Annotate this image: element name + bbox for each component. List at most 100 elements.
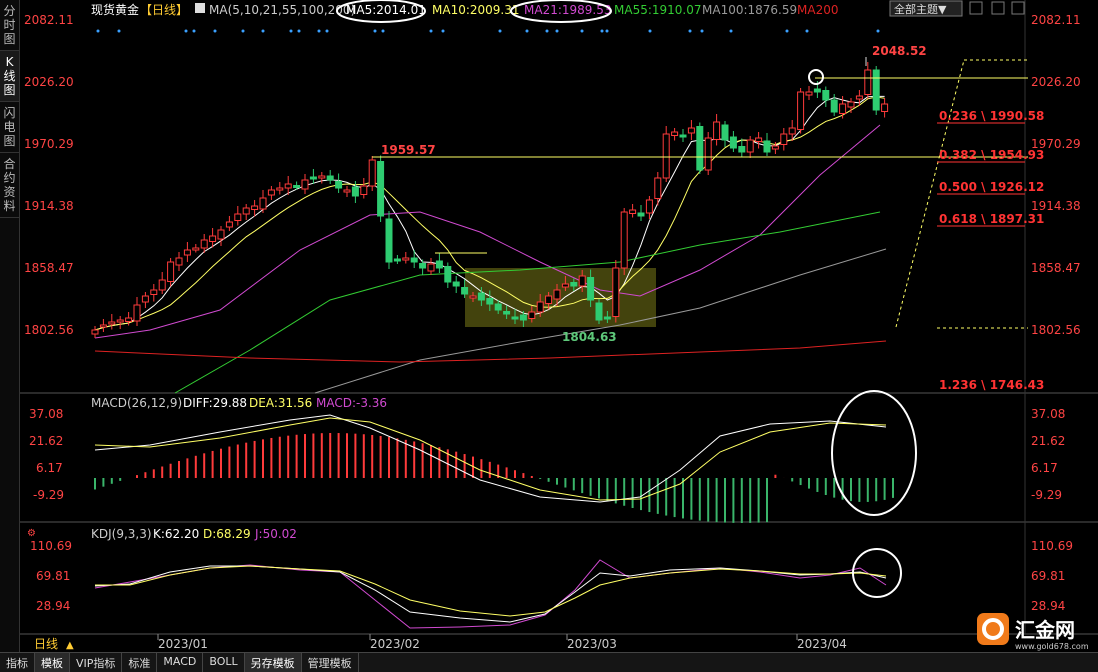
- window-maximize-button[interactable]: [991, 1, 1005, 15]
- period-tag: 【日线】: [140, 3, 188, 17]
- event-marker: [184, 29, 188, 33]
- kdj-j: J:50.02: [254, 527, 297, 541]
- bottom-toolbar: 指标 模板 VIP指标 标准 MACD BOLL 另存模板 管理模板: [0, 652, 1098, 672]
- sidebar-tab-lightning[interactable]: 闪电图: [0, 102, 19, 153]
- swing-label: 1959.57: [381, 143, 436, 157]
- event-marker: [498, 29, 502, 33]
- candle-body: [687, 127, 695, 134]
- candle-body: [116, 319, 124, 323]
- price-axis-left: 1970.29: [24, 137, 74, 151]
- fib-label: 0.382 \ 1954.93: [939, 148, 1044, 162]
- candle-body: [234, 213, 242, 221]
- candle-body: [469, 295, 477, 299]
- gold678-logo: 汇金网 www.gold678.com: [975, 611, 1093, 651]
- ma200-value: MA200: [797, 3, 838, 17]
- tab-indicator[interactable]: 指标: [0, 653, 35, 672]
- period-label[interactable]: 日线: [34, 637, 58, 651]
- event-marker: [876, 29, 880, 33]
- candle-body: [494, 303, 502, 311]
- macd-histogram: [94, 433, 894, 523]
- logo-text: 汇金网: [1015, 618, 1075, 642]
- event-marker: [325, 29, 329, 33]
- event-marker: [96, 29, 100, 33]
- tab-boll[interactable]: BOLL: [203, 653, 245, 672]
- tab-template[interactable]: 模板: [35, 653, 70, 672]
- candle-body: [561, 283, 569, 288]
- kdj-d: D:68.29: [203, 527, 251, 541]
- tab-manage-template[interactable]: 管理模板: [302, 653, 359, 672]
- ma-indicator-icon: [195, 3, 205, 13]
- logo-url: www.gold678.com: [1015, 642, 1089, 651]
- candle-body: [855, 95, 863, 100]
- candle-body: [755, 137, 763, 142]
- instrument-name: 现货黄金: [91, 2, 139, 17]
- candle-body: [713, 121, 721, 140]
- macd-value: MACD:-3.36: [316, 396, 387, 410]
- time-axis-label: 2023/04: [797, 637, 847, 651]
- kdj-axis-left: 69.81: [36, 569, 70, 583]
- event-marker: [241, 29, 245, 33]
- macd-axis-right: -9.29: [1031, 488, 1062, 502]
- candle-body: [729, 136, 737, 149]
- candle-body: [536, 301, 544, 313]
- macd-axis-right: 37.08: [1031, 407, 1065, 421]
- fib-label: 1.236 \ 1746.43: [939, 378, 1044, 392]
- event-marker: [785, 29, 789, 33]
- candle-body: [351, 186, 359, 197]
- ma55-value: MA55:1910.07: [614, 3, 702, 17]
- event-marker: [545, 29, 549, 33]
- event-marker: [297, 29, 301, 33]
- event-marker: [805, 29, 809, 33]
- candle-body: [788, 127, 796, 135]
- candle-body: [133, 304, 141, 322]
- event-marker: [600, 29, 604, 33]
- theme-select-label: 全部主题▼: [894, 2, 947, 16]
- candle-body: [377, 161, 385, 217]
- sidebar-tab-contract-info[interactable]: 合约资料: [0, 153, 19, 218]
- event-marker: [192, 29, 196, 33]
- candle-body: [771, 145, 779, 150]
- candle-body: [385, 218, 393, 263]
- candle-body: [410, 257, 418, 263]
- sidebar-tab-kline[interactable]: K线图: [0, 51, 19, 102]
- candle-body: [872, 69, 880, 111]
- kdj-axis-left: 110.69: [30, 539, 72, 553]
- price-axis-left: 1858.47: [24, 261, 74, 275]
- candle-body: [175, 257, 183, 266]
- caret-up-icon[interactable]: ▲: [66, 640, 74, 651]
- candle-body: [267, 189, 275, 196]
- kdj-settings-icon[interactable]: ⚙: [27, 528, 36, 539]
- candle-body: [200, 239, 208, 249]
- price-axis-left: 2082.11: [24, 13, 74, 27]
- tab-vip-indicator[interactable]: VIP指标: [70, 653, 123, 672]
- event-marker: [700, 29, 704, 33]
- macd-axis-right: 21.62: [1031, 434, 1065, 448]
- candle-body: [813, 88, 821, 93]
- candle-body: [696, 126, 704, 171]
- kdj-j-line: [94, 559, 887, 629]
- candle-body: [167, 261, 175, 282]
- sidebar: 分时图 K线图 闪电图 合约资料: [0, 0, 20, 652]
- window-close-button[interactable]: [1011, 1, 1025, 15]
- sidebar-tab-timeshare[interactable]: 分时图: [0, 0, 19, 51]
- candle-body: [309, 176, 317, 180]
- candle-body: [192, 247, 200, 251]
- candle-body: [444, 266, 452, 283]
- price-axis-right: 1914.38: [1031, 199, 1081, 213]
- candle-body: [393, 258, 401, 262]
- candle-body: [335, 181, 343, 189]
- fib-label: 0.500 \ 1926.12: [939, 180, 1044, 194]
- chart-area[interactable]: 现货黄金 【日线】 MA(5,10,21,55,100,200) MA5:201…: [20, 0, 1098, 652]
- candle-body: [847, 101, 855, 108]
- tab-macd[interactable]: MACD: [157, 653, 204, 672]
- candle-body: [629, 209, 637, 214]
- candle-body: [326, 175, 334, 181]
- candle-body: [242, 207, 250, 215]
- window-minimize-button[interactable]: [969, 1, 983, 15]
- tab-standard[interactable]: 标准: [122, 653, 158, 672]
- ma100-value: MA100:1876.59: [702, 3, 797, 17]
- time-axis-label: 2023/01: [158, 637, 208, 651]
- candle-body: [830, 99, 838, 113]
- candle-body: [679, 134, 687, 138]
- tab-save-template[interactable]: 另存模板: [244, 653, 302, 672]
